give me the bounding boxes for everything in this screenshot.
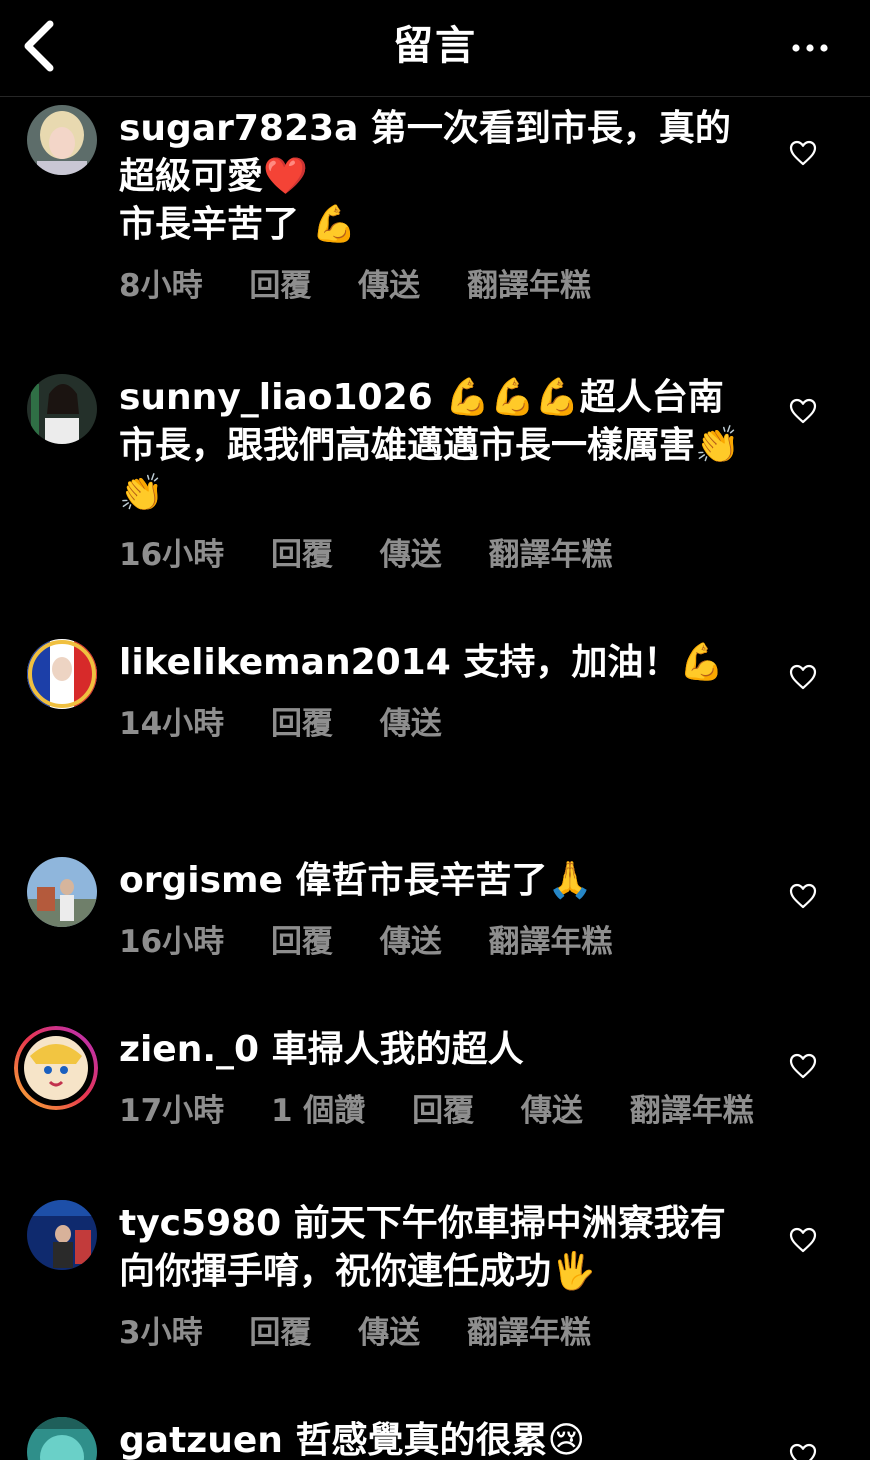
heart-outline-icon (789, 883, 817, 909)
comment-meta: 16小時 回覆 傳送 翻譯年糕 (119, 535, 759, 575)
reply-button[interactable]: 回覆 (249, 268, 311, 304)
reply-button[interactable]: 回覆 (271, 924, 333, 960)
comment-text-block: sunny_liao1026 💪💪💪超人台南市長，跟我們高雄邁邁市長一樣厲害👏👏 (119, 374, 759, 518)
comment-time: 8小時 (119, 268, 203, 304)
comment-meta: 17小時 1 個讚 回覆 傳送 翻譯年糕 (119, 1091, 759, 1131)
like-button[interactable] (789, 140, 817, 166)
heart-outline-icon (789, 1443, 817, 1460)
comment-meta: 3小時 回覆 傳送 翻譯年糕 (119, 1313, 759, 1353)
comment-text-block: gatzuen 哲感覺真的很累😢 (119, 1417, 759, 1460)
comment-text: 哲感覺真的很累😢 (295, 1420, 585, 1460)
like-button[interactable] (789, 1443, 817, 1460)
comment-meta: 14小時 回覆 傳送 (119, 704, 759, 744)
reply-button[interactable]: 回覆 (271, 706, 333, 742)
heart-outline-icon (789, 398, 817, 424)
reply-button[interactable]: 回覆 (412, 1093, 474, 1129)
comment-text-block: orgisme 偉哲市長辛苦了🙏 (119, 857, 759, 905)
avatar[interactable] (27, 857, 97, 927)
heart-outline-icon (789, 1227, 817, 1253)
comment-meta: 8小時 回覆 傳送 翻譯年糕 (119, 266, 759, 306)
comment-text-block: likelikeman2014 支持，加油！💪 (119, 639, 759, 687)
comment-username[interactable]: sunny_liao1026 (119, 377, 433, 418)
like-count[interactable]: 1 個讚 (271, 1093, 365, 1129)
send-button[interactable]: 傳送 (380, 706, 442, 742)
avatar[interactable] (27, 1417, 97, 1460)
more-options-button[interactable] (790, 30, 830, 66)
comment-username[interactable]: sugar7823a (119, 108, 358, 149)
comment-text: 偉哲市長辛苦了🙏 (295, 860, 593, 901)
like-button[interactable] (789, 883, 817, 909)
send-button[interactable]: 傳送 (380, 924, 442, 960)
reply-button[interactable]: 回覆 (249, 1315, 311, 1351)
heart-outline-icon (789, 1053, 817, 1079)
comment-username[interactable]: zien._0 (119, 1029, 259, 1070)
comment-username[interactable]: orgisme (119, 860, 283, 901)
send-button[interactable]: 傳送 (380, 537, 442, 573)
comment-text-block: zien._0 車掃人我的超人 (119, 1026, 759, 1074)
translate-button[interactable]: 翻譯年糕 (467, 268, 591, 304)
heart-outline-icon (789, 140, 817, 166)
translate-button[interactable]: 翻譯年糕 (467, 1315, 591, 1351)
send-button[interactable]: 傳送 (358, 268, 420, 304)
comment-text-block: tyc5980 前天下午你車掃中洲寮我有向你揮手唷，祝你連任成功🖐️ (119, 1200, 759, 1296)
avatar[interactable] (27, 639, 97, 709)
page-title: 留言 (393, 23, 477, 69)
avatar[interactable] (27, 1200, 97, 1270)
comment-list[interactable]: sugar7823a 第一次看到市長，真的超級可愛❤️ 市長辛苦了 💪 8小時 … (0, 97, 870, 1460)
avatar[interactable] (14, 1026, 98, 1110)
send-button[interactable]: 傳送 (521, 1093, 583, 1129)
reply-button[interactable]: 回覆 (271, 537, 333, 573)
translate-button[interactable]: 翻譯年糕 (489, 537, 613, 573)
send-button[interactable]: 傳送 (358, 1315, 420, 1351)
comment-text: 車掃人我的超人 (271, 1029, 524, 1070)
translate-button[interactable]: 翻譯年糕 (489, 924, 613, 960)
translate-button[interactable]: 翻譯年糕 (630, 1093, 754, 1129)
heart-outline-icon (789, 664, 817, 690)
comment-time: 14小時 (119, 706, 225, 742)
comment-text: 支持，加油！💪 (463, 642, 725, 683)
like-button[interactable] (789, 664, 817, 690)
comment-time: 16小時 (119, 924, 225, 960)
like-button[interactable] (789, 1227, 817, 1253)
comment-text-block: sugar7823a 第一次看到市長，真的超級可愛❤️ 市長辛苦了 💪 (119, 105, 759, 249)
header-bar: 留言 (0, 0, 870, 97)
comment-time: 16小時 (119, 537, 225, 573)
comment-username[interactable]: likelikeman2014 (119, 642, 451, 683)
comment-time: 17小時 (119, 1093, 225, 1129)
like-button[interactable] (789, 1053, 817, 1079)
comment-meta: 16小時 回覆 傳送 翻譯年糕 (119, 922, 759, 962)
comment-username[interactable]: gatzuen (119, 1420, 283, 1460)
avatar[interactable] (27, 105, 97, 175)
comment-username[interactable]: tyc5980 (119, 1203, 281, 1244)
comment-time: 3小時 (119, 1315, 203, 1351)
avatar[interactable] (27, 374, 97, 444)
like-button[interactable] (789, 398, 817, 424)
more-horizontal-icon (792, 44, 828, 52)
